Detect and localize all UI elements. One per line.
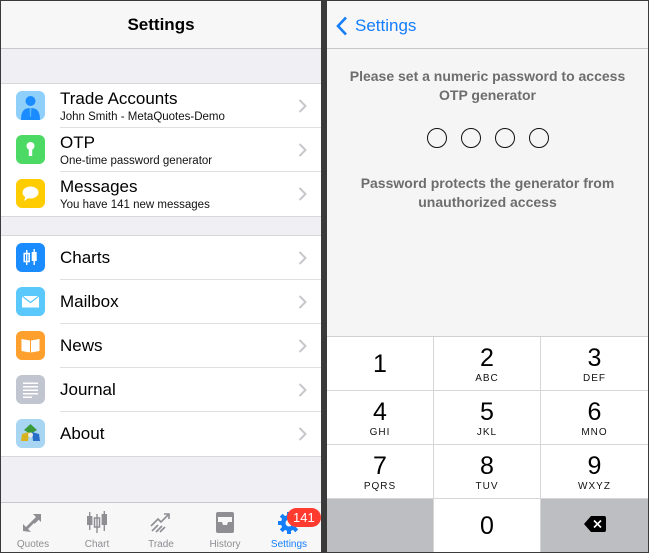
otp-password-screen: Settings Please set a numeric password t… — [327, 1, 648, 552]
chevron-right-icon — [298, 383, 307, 397]
tab-label: Chart — [84, 539, 110, 550]
key-letters: ABC — [475, 373, 499, 384]
tab-label: History — [209, 539, 241, 550]
key-8[interactable]: 8 TUV — [434, 445, 541, 499]
numeric-keypad: 1 2 ABC 3 DEF 4 GHI 5 JKL 6 MNO 7 PQRS 8… — [327, 336, 648, 552]
key-digit: 4 — [373, 398, 387, 426]
document-icon — [16, 375, 45, 404]
settings-screen: Settings Trade Accounts John Smith - Met… — [1, 1, 321, 552]
key-letters: JKL — [476, 427, 498, 438]
backspace-icon — [584, 516, 606, 532]
row-subtitle: John Smith - MetaQuotes-Demo — [60, 111, 225, 123]
pin-dot — [461, 128, 481, 148]
key-letters: DEF — [583, 373, 606, 384]
row-subtitle: You have 141 new messages — [60, 199, 210, 211]
pin-dot — [495, 128, 515, 148]
speech-bubble-icon — [16, 179, 45, 208]
settings-item-news[interactable]: News — [1, 324, 321, 368]
key-digit: 6 — [587, 398, 602, 426]
envelope-icon — [16, 287, 45, 316]
key-3[interactable]: 3 DEF — [541, 337, 648, 391]
key-5[interactable]: 5 JKL — [434, 391, 541, 445]
inbox-icon — [216, 512, 234, 533]
row-title: About — [60, 424, 105, 443]
key-letters: MNO — [581, 427, 608, 438]
chevron-right-icon — [298, 251, 307, 265]
settings-item-mailbox[interactable]: Mailbox — [1, 280, 321, 324]
row-subtitle: One-time password generator — [60, 155, 213, 167]
person-icon — [16, 91, 45, 120]
chevron-right-icon — [298, 99, 307, 113]
settings-item-trade-accounts[interactable]: Trade Accounts John Smith - MetaQuotes-D… — [1, 84, 321, 128]
tab-history[interactable]: History — [193, 503, 257, 552]
key-digit: 0 — [480, 512, 494, 540]
chevron-right-icon — [298, 187, 307, 201]
pin-dot — [529, 128, 549, 148]
key-digit: 2 — [480, 344, 494, 372]
candlestick-icon — [87, 511, 107, 533]
key-0[interactable]: 0 — [434, 499, 541, 552]
tab-label: Trade — [148, 539, 174, 550]
keyhole-icon — [16, 135, 45, 164]
chevron-right-icon — [298, 295, 307, 309]
key-1[interactable]: 1 — [327, 337, 434, 391]
settings-item-charts[interactable]: Charts — [1, 236, 321, 280]
settings-item-otp[interactable]: OTP One-time password generator — [1, 128, 321, 172]
key-7[interactable]: 7 PQRS — [327, 445, 434, 499]
tab-chart[interactable]: Chart — [65, 503, 129, 552]
delete-key[interactable] — [541, 499, 648, 552]
key-digit: 9 — [587, 452, 602, 480]
key-digit: 1 — [373, 350, 387, 378]
row-title: Charts — [60, 248, 111, 267]
row-title: Mailbox — [60, 292, 119, 311]
key-letters: WXYZ — [578, 481, 611, 492]
chevron-right-icon — [298, 143, 307, 157]
row-title: Journal — [60, 380, 116, 399]
page-title: Settings — [127, 15, 195, 34]
row-title: Messages — [60, 177, 138, 196]
candlestick-icon — [16, 243, 45, 272]
navigation-bar: Settings — [327, 1, 648, 49]
settings-item-journal[interactable]: Journal — [1, 368, 321, 412]
key-letters: GHI — [369, 427, 391, 438]
notification-badge: 141 — [287, 508, 321, 527]
key-6[interactable]: 6 MNO — [541, 391, 648, 445]
tab-label: Settings — [270, 539, 308, 550]
settings-group-accounts: Trade Accounts John Smith - MetaQuotes-D… — [1, 83, 321, 217]
chevron-left-icon — [336, 16, 347, 36]
chevron-right-icon — [298, 427, 307, 441]
navigation-bar: Settings — [1, 1, 321, 49]
key-blank — [327, 499, 434, 552]
book-icon — [16, 331, 45, 360]
settings-group-tools: Charts Mailbox News Journal About — [1, 235, 321, 457]
key-4[interactable]: 4 GHI — [327, 391, 434, 445]
key-digit: 3 — [587, 344, 602, 372]
key-2[interactable]: 2 ABC — [434, 337, 541, 391]
key-digit: 5 — [480, 398, 494, 426]
key-letters: TUV — [475, 481, 499, 492]
row-title: OTP — [60, 133, 95, 152]
key-digit: 8 — [480, 452, 494, 480]
pin-indicator — [427, 128, 552, 149]
tab-quotes[interactable]: Quotes — [1, 503, 65, 552]
pin-dot — [427, 128, 447, 148]
chevron-right-icon — [298, 339, 307, 353]
key-9[interactable]: 9 WXYZ — [541, 445, 648, 499]
tab-label: Quotes — [16, 539, 50, 550]
password-prompt: Please set a numeric password to access … — [349, 68, 626, 103]
trend-icon — [150, 513, 170, 533]
key-digit: 7 — [373, 452, 387, 480]
tab-bar: Quotes Chart Trade History Settings 141 — [1, 502, 321, 552]
back-label: Settings — [355, 16, 417, 35]
key-letters: PQRS — [363, 481, 397, 492]
tab-trade[interactable]: Trade — [129, 503, 193, 552]
row-title: News — [60, 336, 103, 355]
metatrader-logo-icon — [16, 419, 45, 448]
password-info: Password protects the generator from una… — [360, 175, 615, 210]
row-title: Trade Accounts — [60, 89, 178, 108]
settings-item-messages[interactable]: Messages You have 141 new messages — [1, 172, 321, 216]
arrows-icon — [23, 514, 41, 532]
settings-item-about[interactable]: About — [1, 412, 321, 456]
